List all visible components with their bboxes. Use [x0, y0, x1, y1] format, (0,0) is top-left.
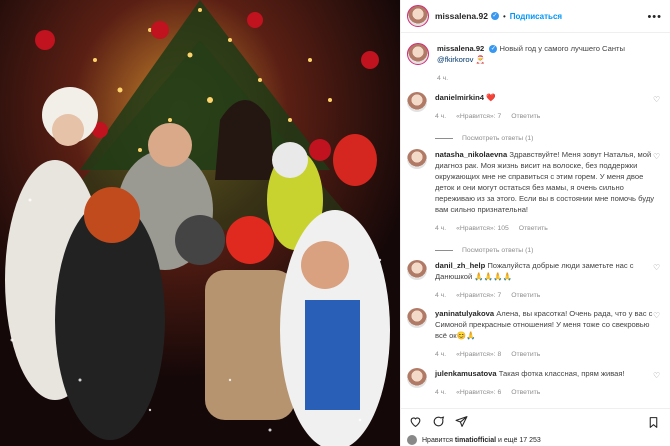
comment-text: Такая фотка классная, прям живая!	[498, 369, 625, 378]
comment-item: julenkamusatova Такая фотка классная, пр…	[407, 368, 660, 398]
heart-icon[interactable]: ♡	[653, 264, 660, 272]
comment-likes[interactable]: «Нравится»: 7	[456, 290, 501, 301]
comment-time: 4 ч.	[435, 351, 447, 358]
heart-icon[interactable]: ♡	[653, 153, 660, 161]
heart-icon[interactable]: ♡	[653, 312, 660, 320]
reply-button[interactable]: Ответить	[511, 387, 540, 398]
reply-button[interactable]: Ответить	[519, 223, 548, 234]
comment-likes[interactable]: «Нравится»: 7	[456, 111, 501, 122]
liked-by-suffix[interactable]: и ещё 17 253	[498, 437, 541, 444]
reply-button[interactable]: Ответить	[511, 290, 540, 301]
post-details-panel: missalena.92 ✓ • Подписаться ••• missale…	[400, 0, 670, 446]
liked-by-user[interactable]: timatiofficial	[455, 437, 496, 444]
separator-dot: •	[502, 11, 506, 21]
comment-item: danielmirkin4 ❤️ 4 ч. «Нравится»: 7 Отве…	[407, 92, 660, 144]
reply-button[interactable]: Ответить	[511, 111, 540, 122]
comment-avatar[interactable]	[407, 368, 427, 388]
post-actions-bar	[401, 408, 670, 434]
verified-icon: ✓	[489, 45, 498, 53]
caption-text: Новый год у самого лучшего Санты	[499, 44, 625, 53]
author-username[interactable]: missalena.92	[435, 11, 488, 21]
comment-username[interactable]: danielmirkin4	[435, 93, 484, 102]
comment-icon[interactable]	[432, 415, 445, 428]
comment-avatar[interactable]	[407, 149, 427, 169]
comments-list[interactable]: missalena.92 ✓ Новый год у самого лучшег…	[401, 34, 670, 408]
liked-by-prefix: Нравится	[422, 436, 453, 444]
reply-button[interactable]: Ответить	[511, 349, 540, 360]
comment-avatar[interactable]	[407, 92, 427, 112]
bookmark-icon[interactable]	[647, 416, 660, 429]
liked-by[interactable]: Нравится timatiofficial и ещё 17 253	[407, 434, 541, 446]
post-photo[interactable]	[0, 0, 400, 446]
comment-avatar[interactable]	[407, 260, 427, 280]
caption: missalena.92 ✓ Новый год у самого лучшег…	[407, 43, 660, 84]
heart-icon[interactable]: ♡	[653, 372, 660, 380]
caption-emoji: 🎅	[475, 55, 485, 64]
comment-likes[interactable]: «Нравится»: 105	[456, 223, 509, 234]
liker-avatar	[407, 435, 417, 445]
heart-icon[interactable]: ♡	[653, 96, 660, 104]
verified-icon: ✓	[490, 12, 499, 20]
view-replies-button[interactable]: Посмотреть ответы (1)	[435, 245, 657, 256]
comment-username[interactable]: julenkamusatova	[435, 369, 497, 378]
view-replies-button[interactable]: Посмотреть ответы (1)	[435, 133, 657, 144]
comment-username[interactable]: natasha_nikolaevna	[435, 150, 507, 159]
comment-time: 4 ч.	[435, 292, 447, 299]
author-avatar[interactable]	[407, 5, 429, 27]
more-icon[interactable]: •••	[647, 11, 662, 23]
comment-time: 4 ч.	[435, 389, 447, 396]
comment-likes[interactable]: «Нравится»: 6	[456, 387, 501, 398]
caption-mention[interactable]: @fkirkorov	[437, 55, 473, 64]
post-header: missalena.92 ✓ • Подписаться •••	[401, 0, 670, 33]
comment-time: 4 ч.	[435, 113, 447, 120]
comment-username[interactable]: yaninatulyakova	[435, 309, 494, 318]
comment-likes[interactable]: «Нравится»: 8	[456, 349, 501, 360]
comment-item: yaninatulyakova Алена, вы красотка! Очен…	[407, 308, 660, 360]
comment-item: danil_zh_help Пожалуйста добрые люди зам…	[407, 260, 660, 301]
follow-button[interactable]: Подписаться	[510, 12, 562, 21]
comment-text: Здравствуйте! Меня зовут Наталья, мой ди…	[435, 150, 655, 214]
caption-time: 4 ч.	[437, 75, 449, 82]
comment-text: ❤️	[486, 93, 496, 102]
comment-username[interactable]: danil_zh_help	[435, 261, 485, 270]
comment-time: 4 ч.	[435, 225, 447, 232]
comment-avatar[interactable]	[407, 308, 427, 328]
share-icon[interactable]	[455, 415, 468, 428]
caption-avatar[interactable]	[407, 43, 429, 65]
caption-username[interactable]: missalena.92	[437, 44, 484, 53]
comment-item: natasha_nikolaevna Здравствуйте! Меня зо…	[407, 149, 660, 256]
heart-icon[interactable]	[409, 415, 422, 428]
christmas-group-photo	[0, 0, 400, 446]
